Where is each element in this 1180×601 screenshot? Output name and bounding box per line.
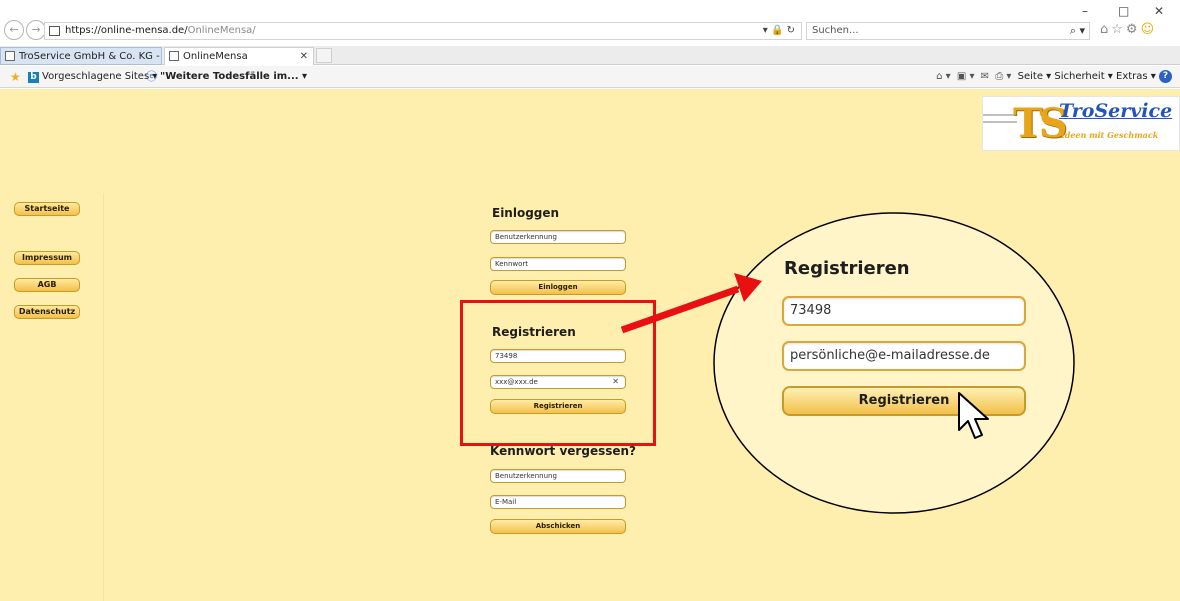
troservice-logo[interactable]: TS TroService Ideen mit Geschmack: [982, 96, 1180, 151]
ie-icon: ⓔ: [146, 70, 157, 83]
bing-icon: b: [28, 72, 39, 83]
print-icon[interactable]: ⎙ ▾: [995, 71, 1011, 82]
sidebar-item-startseite[interactable]: Startseite: [14, 202, 80, 216]
mouse-cursor-icon: [958, 392, 989, 439]
dropdown-icon[interactable]: ▾: [763, 25, 768, 36]
new-tab-button[interactable]: [316, 48, 332, 63]
login-password-input[interactable]: Kennwort: [490, 257, 626, 271]
address-bar-row: ← → https://online-mensa.de/OnlineMensa/…: [0, 18, 1180, 44]
zoom-email-value: persönliche@e-mailadresse.de: [790, 348, 990, 363]
forgot-username-placeholder: Benutzerkennung: [495, 472, 557, 480]
zoom-id-input[interactable]: 73498: [782, 296, 1026, 326]
logo-brand: TroService: [1059, 100, 1173, 122]
search-placeholder: Suchen...: [812, 25, 859, 36]
url-tools: ▾ 🔒 ↻: [763, 23, 795, 39]
forgot-submit-button[interactable]: Abschicken: [490, 519, 626, 534]
tab-bar: TroService GmbH & Co. KG - Ih... OnlineM…: [0, 46, 1180, 79]
mail-icon[interactable]: ✉: [981, 71, 989, 82]
favorites-suggested-sites[interactable]: Vorgeschlagene Sites ▾: [42, 66, 157, 88]
feeds-icon[interactable]: ▣ ▾: [957, 71, 975, 82]
feedback-smiley-icon[interactable]: ☺: [1141, 22, 1158, 37]
login-heading: Einloggen: [492, 206, 560, 220]
sidebar-item-impressum[interactable]: Impressum: [14, 251, 80, 265]
search-icon[interactable]: ⌕ ▾: [1070, 23, 1085, 39]
zoom-email-input[interactable]: persönliche@e-mailadresse.de: [782, 341, 1026, 371]
minimize-icon[interactable]: –: [1082, 4, 1088, 18]
tab-troservice[interactable]: TroService GmbH & Co. KG - Ih...: [0, 47, 162, 79]
logo-monogram: TS: [1013, 100, 1068, 147]
sidebar-item-datenschutz[interactable]: Datenschutz: [14, 305, 80, 319]
search-input[interactable]: Suchen... ⌕ ▾: [806, 22, 1090, 40]
favorites-star-icon[interactable]: ☆: [1111, 22, 1126, 37]
logo-line: [983, 114, 1017, 116]
command-extras[interactable]: Extras ▾: [1116, 71, 1156, 82]
settings-gear-icon[interactable]: ⚙: [1126, 22, 1141, 37]
back-icon[interactable]: ←: [4, 20, 24, 40]
url-input[interactable]: https://online-mensa.de/OnlineMensa/ ▾ 🔒…: [44, 22, 802, 40]
tab-favicon-icon: [5, 51, 15, 61]
lock-icon[interactable]: 🔒: [771, 25, 783, 36]
zoom-id-value: 73498: [790, 303, 832, 318]
forgot-heading: Kennwort vergessen?: [490, 444, 637, 458]
maximize-icon[interactable]: □: [1118, 4, 1129, 18]
command-page[interactable]: Seite ▾: [1018, 71, 1052, 82]
url-path: OnlineMensa/: [187, 25, 256, 36]
command-security[interactable]: Sicherheit ▾: [1054, 71, 1112, 82]
logo-slogan: Ideen mit Geschmack: [1061, 130, 1159, 140]
login-username-input[interactable]: Benutzerkennung: [490, 230, 626, 244]
page-favicon-icon: [49, 26, 60, 36]
tab-favicon-icon: [169, 51, 179, 61]
login-username-placeholder: Benutzerkennung: [495, 233, 557, 241]
refresh-icon[interactable]: ↻: [787, 25, 795, 36]
favorites-star-icon[interactable]: ★: [10, 66, 21, 88]
command-bar: ⌂ ▾ ▣ ▾ ✉ ⎙ ▾ Seite ▾ Sicherheit ▾ Extra…: [936, 66, 1172, 88]
home-icon[interactable]: ⌂ ▾: [936, 71, 951, 82]
logo-line: [983, 121, 1017, 123]
url-host: https://online-mensa.de/: [65, 25, 188, 36]
help-icon[interactable]: ?: [1159, 69, 1172, 83]
home-icon[interactable]: ⌂: [1100, 22, 1111, 37]
forgot-username-input[interactable]: Benutzerkennung: [490, 469, 626, 483]
tab-label: OnlineMensa: [183, 51, 248, 62]
screenshot-root: – □ ✕ ← → https://online-mensa.de/Online…: [0, 0, 1180, 601]
forward-icon[interactable]: →: [26, 20, 46, 40]
browser-right-icons: ⌂☆⚙☺: [1100, 22, 1157, 37]
close-window-icon[interactable]: ✕: [1154, 4, 1164, 18]
login-button[interactable]: Einloggen: [490, 280, 626, 295]
zoom-register-heading: Registrieren: [784, 258, 910, 279]
tab-close-icon[interactable]: ✕: [300, 48, 308, 65]
forgot-email-input[interactable]: E-Mail: [490, 495, 626, 509]
login-password-placeholder: Kennwort: [495, 260, 529, 268]
tab-onlinemensa[interactable]: OnlineMensa ✕: [164, 47, 314, 65]
register-highlight-box: [460, 300, 656, 446]
sidebar-item-agb[interactable]: AGB: [14, 278, 80, 292]
favorites-bar: ★ b Vorgeschlagene Sites ▾ ⓔ "Weitere To…: [0, 66, 1180, 88]
favorites-news-item[interactable]: "Weitere Todesfälle im... ▾: [160, 66, 307, 88]
forgot-email-placeholder: E-Mail: [495, 498, 517, 506]
